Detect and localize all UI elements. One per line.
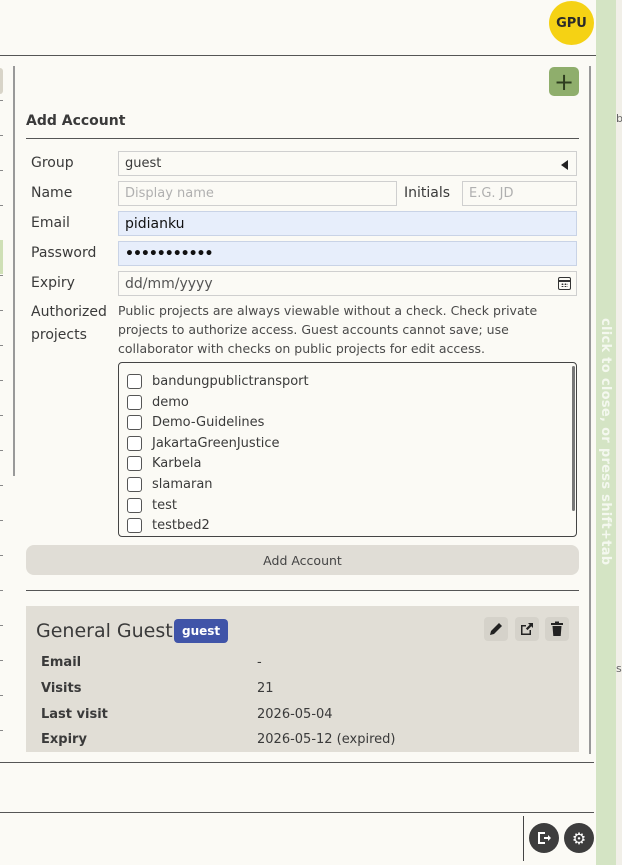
account-name: General Guest	[36, 620, 173, 642]
email-key: Email	[41, 655, 82, 670]
initials-input[interactable]: E.G. JD	[462, 181, 577, 206]
form-title-divider	[26, 138, 579, 139]
side-panel-hint: click to close, or press shift+tab	[598, 318, 613, 566]
expiry-value: 2026-05-12 (expired)	[257, 732, 396, 747]
list-item[interactable]: demo	[127, 392, 189, 412]
group-tag: guest	[174, 619, 229, 643]
edge-mark: s	[616, 662, 622, 675]
project-name: Karbela	[152, 455, 202, 471]
list-item[interactable]: testbed2	[127, 515, 210, 535]
edge-mark: b	[616, 112, 622, 125]
visits-key: Visits	[41, 681, 82, 696]
list-item[interactable]: test	[127, 495, 177, 515]
list-item[interactable]: JakartaGreenJustice	[127, 433, 280, 453]
initials-label: Initials	[404, 185, 451, 201]
project-list-scrollbar[interactable]	[572, 366, 575, 511]
project-list[interactable]: bandungpublictransport demo Demo-Guideli…	[118, 362, 577, 537]
share-icon	[521, 623, 533, 635]
name-label: Name	[31, 185, 73, 201]
group-select-value: guest	[125, 156, 162, 171]
expiry-label: Expiry	[31, 275, 75, 291]
form-title: Add Account	[26, 113, 126, 129]
caret-left-icon	[561, 160, 568, 170]
project-name: JakartaGreenJustice	[152, 435, 280, 451]
gear-icon: ⚙	[571, 828, 587, 848]
project-checkbox[interactable]	[127, 435, 142, 451]
footer-divider-bottom	[0, 812, 594, 813]
pencil-icon	[490, 623, 502, 635]
account-card: General Guest guest Email - Visits 21 La…	[26, 606, 579, 752]
project-checkbox[interactable]	[127, 476, 142, 492]
submit-add-account-button[interactable]: Add Account	[26, 545, 579, 575]
project-name: slamaran	[152, 476, 213, 492]
left-panel-ticks	[0, 100, 3, 760]
authorized-help-text: Public projects are always viewable with…	[118, 303, 538, 356]
group-select[interactable]: guest	[118, 151, 577, 176]
share-button[interactable]	[515, 617, 539, 641]
gpu-badge[interactable]: GPU	[549, 1, 594, 45]
footer-separator	[523, 816, 524, 861]
project-name: bandungpublictransport	[152, 373, 309, 389]
expiry-input-text: dd/mm/yyyy	[125, 275, 213, 292]
panel-border-left	[13, 66, 15, 476]
delete-button[interactable]	[545, 617, 569, 641]
visits-value: 21	[257, 681, 274, 696]
project-name: test	[152, 497, 177, 513]
name-input[interactable]: Display name	[118, 181, 397, 206]
plus-icon: +	[553, 67, 575, 96]
left-panel-tab[interactable]	[0, 68, 3, 94]
header-divider	[0, 55, 596, 56]
group-label: Group	[31, 155, 74, 171]
email-label: Email	[31, 215, 70, 231]
list-item[interactable]: slamaran	[127, 474, 213, 494]
email-value: -	[257, 655, 262, 670]
logout-icon	[538, 832, 551, 844]
list-item[interactable]: Demo-Guidelines	[127, 412, 264, 432]
project-checkbox[interactable]	[127, 497, 142, 513]
authorized-label-line1: Authorized	[31, 304, 107, 320]
background-map-edge	[616, 0, 622, 865]
panel-scrollbar[interactable]	[589, 66, 591, 754]
project-name: demo	[152, 394, 189, 410]
trash-icon	[551, 621, 563, 636]
password-input[interactable]: •••••••••••	[118, 241, 577, 266]
calendar-icon[interactable]	[558, 277, 571, 290]
logout-button[interactable]	[529, 823, 559, 853]
project-name: testbed2	[152, 517, 210, 533]
list-item[interactable]: bandungpublictransport	[127, 371, 309, 391]
footer-divider-top	[0, 762, 594, 763]
expiry-key: Expiry	[41, 732, 87, 747]
project-checkbox[interactable]	[127, 394, 142, 410]
authorized-label-line2: projects	[31, 327, 87, 343]
project-checkbox[interactable]	[127, 517, 142, 533]
settings-button[interactable]: ⚙	[564, 823, 594, 853]
add-account-button[interactable]: +	[549, 67, 579, 96]
project-name: Demo-Guidelines	[152, 414, 265, 430]
email-input[interactable]: pidianku	[118, 211, 577, 236]
project-checkbox[interactable]	[127, 414, 142, 430]
last-visit-key: Last visit	[41, 707, 108, 722]
password-label: Password	[31, 245, 97, 261]
project-checkbox[interactable]	[127, 455, 142, 471]
last-visit-value: 2026-05-04	[257, 707, 333, 722]
edit-button[interactable]	[484, 617, 508, 641]
list-item[interactable]: Karbela	[127, 453, 201, 473]
project-checkbox[interactable]	[127, 373, 142, 389]
form-divider	[26, 590, 579, 591]
expiry-input[interactable]: dd/mm/yyyy	[118, 271, 577, 296]
